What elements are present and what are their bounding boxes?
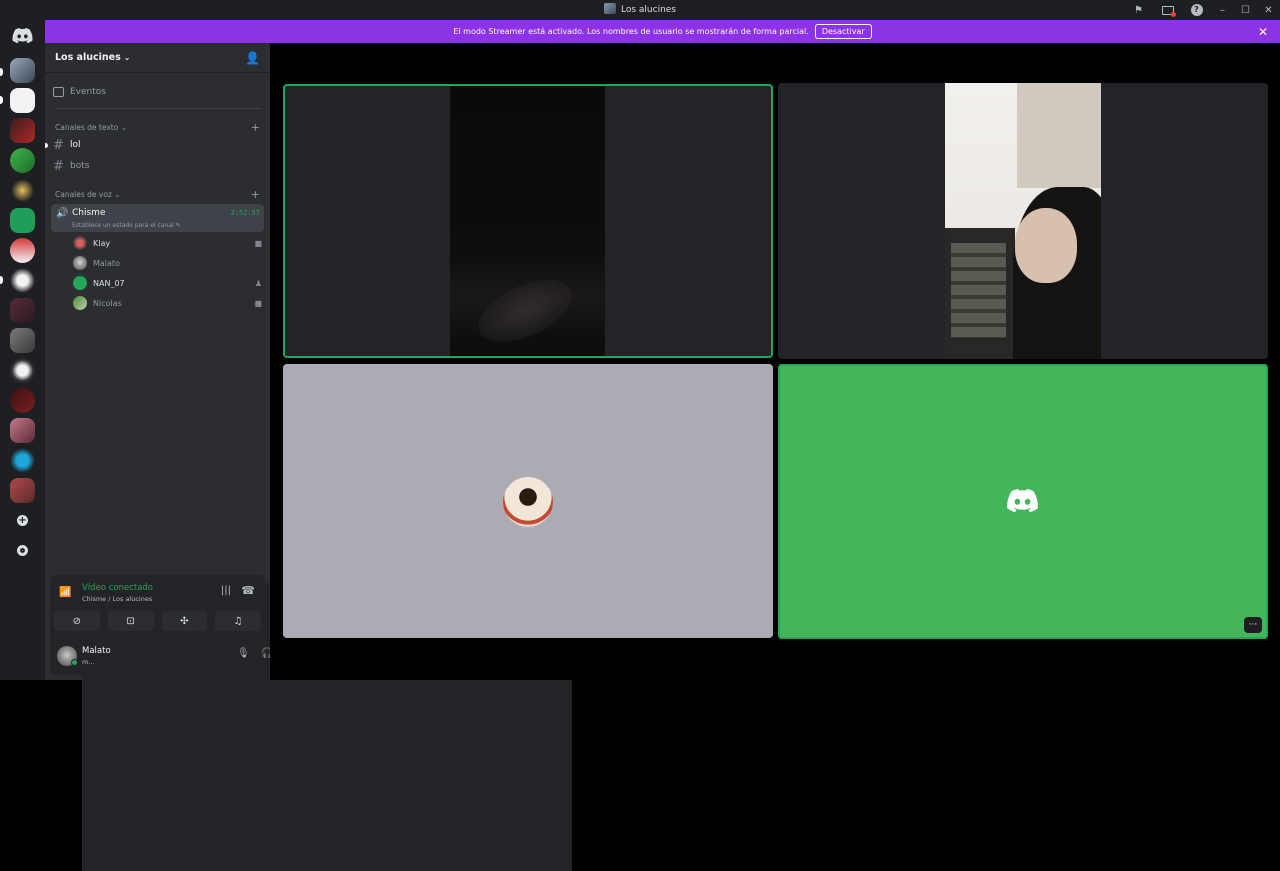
activities-button[interactable]: ✣ bbox=[161, 611, 208, 631]
add-channel-icon[interactable]: + bbox=[251, 121, 260, 134]
invite-people-icon[interactable]: 👤 bbox=[245, 51, 260, 65]
video-grid: ··· bbox=[270, 43, 1280, 680]
category-voice-channels[interactable]: Canales de voz ⌄ + bbox=[55, 188, 260, 201]
server-icon bbox=[603, 3, 616, 14]
server-unread-pill bbox=[0, 276, 3, 284]
camera-icon: ■ bbox=[254, 298, 262, 308]
server-unread-pill bbox=[0, 96, 3, 104]
screen-share-button[interactable]: ⊡ bbox=[107, 611, 154, 631]
window-title: Los alucines bbox=[0, 3, 1280, 15]
voice-channel-chisme[interactable]: 🔊 Chisme 2:52:57 Establece un estado par… bbox=[51, 204, 264, 232]
voice-connection-panel: 📶 Vídeo conectado Chisme / Los alucines … bbox=[50, 575, 572, 871]
deactivate-button[interactable]: Desactivar bbox=[814, 24, 872, 39]
soundboard-button[interactable]: ♫ bbox=[215, 611, 261, 631]
hash-icon: # bbox=[53, 158, 64, 174]
user-panel: Malato m... 🎙 🎧 ⚙ bbox=[50, 635, 295, 675]
voice-user-nicolas[interactable]: Nicolas ■ bbox=[73, 294, 262, 312]
channel-bots[interactable]: # bots bbox=[53, 157, 262, 175]
server-icon-dark[interactable] bbox=[10, 298, 35, 323]
camera-off-button[interactable]: ⊘ bbox=[54, 611, 100, 631]
add-server-icon[interactable]: + bbox=[10, 508, 35, 533]
server-icon-penguin[interactable] bbox=[10, 358, 35, 383]
microphone-icon[interactable]: 🎙 bbox=[237, 648, 250, 659]
discord-home-icon[interactable] bbox=[12, 28, 33, 43]
voice-user-nan07[interactable]: NAN_07 ♟ bbox=[73, 274, 262, 292]
explore-servers-icon[interactable] bbox=[10, 538, 35, 563]
streamer-mode-banner: El modo Streamer está activado. Los nomb… bbox=[45, 20, 1280, 43]
inbox-flag-icon[interactable]: ⚑ bbox=[1124, 0, 1153, 20]
hash-icon: # bbox=[53, 137, 64, 153]
video-shelf bbox=[951, 243, 1006, 338]
server-icon-los-alucines[interactable] bbox=[10, 58, 35, 83]
avatar bbox=[73, 256, 87, 270]
server-icon-snowflake[interactable] bbox=[10, 268, 35, 293]
server-icon-red[interactable] bbox=[10, 118, 35, 143]
guild-header[interactable]: Los alucines ⌄ 👤 bbox=[45, 43, 270, 73]
video-tile-2[interactable] bbox=[778, 83, 1268, 359]
close-window-icon[interactable]: ✕ bbox=[1257, 0, 1280, 20]
screen-share-icon[interactable] bbox=[1153, 0, 1182, 20]
discord-logo-icon bbox=[1007, 489, 1038, 512]
server-icon-star[interactable] bbox=[10, 178, 35, 203]
guild-name: Los alucines bbox=[55, 52, 121, 63]
video-wall bbox=[1017, 83, 1101, 188]
server-unread-pill bbox=[0, 68, 3, 76]
camera-icon: ■ bbox=[254, 238, 262, 248]
banner-text: El modo Streamer está activado. Los nomb… bbox=[453, 27, 809, 36]
server-icon-santa[interactable] bbox=[10, 238, 35, 263]
window-titlebar: Los alucines ⚑ ? – ☐ ✕ bbox=[0, 0, 1280, 20]
user-tag: m... bbox=[82, 658, 95, 666]
avatar-tile-3[interactable] bbox=[283, 364, 773, 638]
video-tile-1[interactable] bbox=[283, 84, 773, 358]
username[interactable]: Malato bbox=[82, 646, 111, 656]
avatar bbox=[73, 236, 87, 250]
signal-icon: 📶 bbox=[59, 587, 72, 598]
category-text-channels[interactable]: Canales de texto ⌄ + bbox=[55, 121, 260, 134]
online-status-dot bbox=[71, 659, 78, 666]
participant-avatar bbox=[503, 477, 553, 527]
avatar bbox=[73, 296, 87, 310]
divider bbox=[55, 108, 262, 109]
noise-suppression-icon[interactable]: ||| bbox=[221, 585, 231, 596]
calendar-icon bbox=[53, 87, 64, 97]
server-icon-yp[interactable] bbox=[10, 328, 35, 353]
streaming-icon: ♟ bbox=[254, 278, 262, 288]
channel-lol[interactable]: # lol bbox=[53, 136, 262, 154]
avatar-tile-4[interactable]: ··· bbox=[778, 364, 1268, 639]
speaker-icon: 🔊 bbox=[56, 208, 69, 219]
disconnect-icon[interactable]: ☎ bbox=[241, 584, 255, 597]
server-icon-pink[interactable] bbox=[10, 418, 35, 443]
video-feed-person bbox=[945, 83, 1101, 359]
video-feed-dark bbox=[450, 86, 605, 356]
channel-sidebar: Los alucines ⌄ 👤 Eventos Canales de text… bbox=[45, 43, 572, 871]
avatar bbox=[73, 276, 87, 290]
maximize-icon[interactable]: ☐ bbox=[1234, 0, 1257, 20]
banner-close-icon[interactable]: ✕ bbox=[1258, 25, 1268, 39]
minimize-icon[interactable]: – bbox=[1211, 0, 1234, 20]
channel-status[interactable]: Establece un estado para el canal ✎ bbox=[72, 222, 181, 229]
video-blur bbox=[469, 267, 581, 355]
more-options-icon[interactable]: ··· bbox=[1244, 617, 1262, 633]
server-rail: + bbox=[0, 20, 45, 680]
server-icon-green-hub[interactable] bbox=[10, 148, 35, 173]
server-icon-white[interactable] bbox=[10, 88, 35, 113]
call-timer: 2:52:57 bbox=[230, 209, 260, 217]
server-icon-green-h[interactable] bbox=[10, 208, 35, 233]
unread-indicator bbox=[45, 143, 48, 148]
events-item[interactable]: Eventos bbox=[53, 83, 106, 101]
chevron-down-icon: ⌄ bbox=[123, 53, 131, 62]
server-icon-blue[interactable] bbox=[10, 448, 35, 473]
video-face bbox=[1015, 208, 1077, 283]
add-channel-icon[interactable]: + bbox=[251, 188, 260, 201]
server-icon-anime[interactable] bbox=[10, 478, 35, 503]
help-icon[interactable]: ? bbox=[1182, 0, 1211, 20]
voice-user-klay[interactable]: Klay ■ bbox=[73, 234, 262, 252]
server-icon-darkred[interactable] bbox=[10, 388, 35, 413]
voice-user-malato[interactable]: Malato bbox=[73, 254, 262, 272]
